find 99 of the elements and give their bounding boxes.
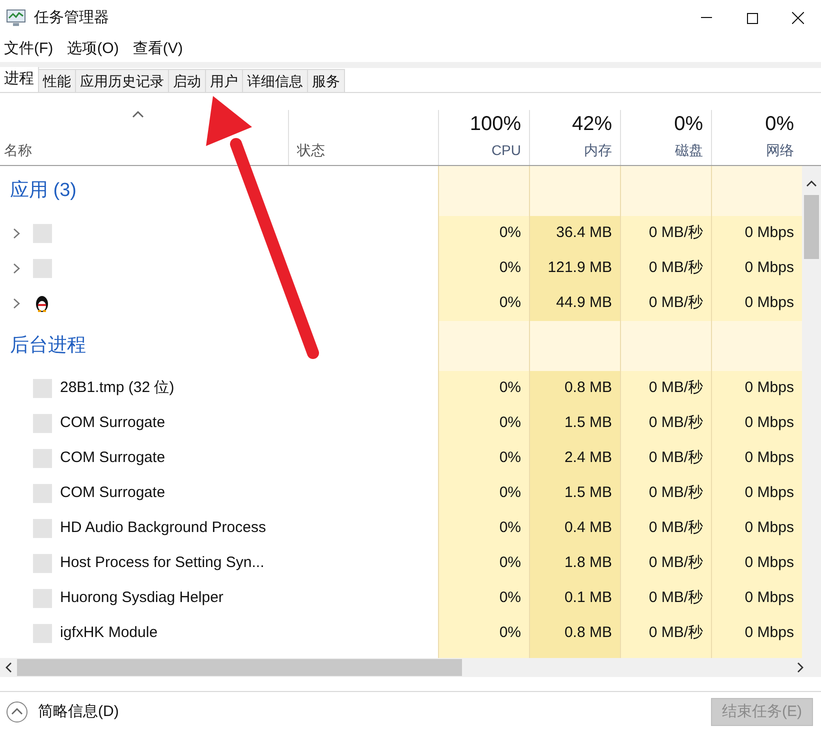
process-icon: [33, 259, 52, 278]
table-cell: 0 MB/秒: [620, 406, 711, 441]
table-cell: 0 MB/秒: [620, 546, 711, 581]
table-cell: 0%: [438, 286, 529, 321]
tab[interactable]: 应用历史记录: [76, 69, 169, 92]
table-cell: 0 MB/秒: [620, 581, 711, 616]
horizontal-scrollbar[interactable]: [0, 658, 821, 677]
table-cell: 0%: [438, 511, 529, 546]
table-cell: 2.4 MB: [529, 441, 620, 476]
expand-chevron-icon[interactable]: [13, 228, 20, 239]
group-heading: 后台进程: [10, 334, 86, 358]
group-heading: 应用 (3): [10, 178, 76, 203]
table-cell: 0 Mbps: [711, 546, 802, 581]
scrollbar-thumb[interactable]: [17, 659, 462, 676]
maximize-icon[interactable]: [746, 12, 758, 24]
table-cell: 1.5 MB: [529, 476, 620, 511]
table-cell: 0 Mbps: [711, 216, 802, 251]
table-cell: 0 Mbps: [711, 406, 802, 441]
process-icon: [33, 484, 52, 503]
table-cell: 0%: [438, 406, 529, 441]
table-cell: 0 Mbps: [711, 441, 802, 476]
table-cell: 0 Mbps: [711, 251, 802, 286]
table-cell: 44.9 MB: [529, 286, 620, 321]
table-cell: 0 MB/秒: [620, 616, 711, 651]
table-cell: 0 Mbps: [711, 616, 802, 651]
table-cell: 0.8 MB: [529, 616, 620, 651]
menu-item[interactable]: 文件(F): [4, 38, 54, 60]
column-header[interactable]: 状态: [288, 110, 438, 165]
menu-item[interactable]: 选项(O): [67, 38, 119, 60]
column-header[interactable]: 0% 磁盘: [620, 110, 711, 165]
table-cell: 0%: [438, 616, 529, 651]
fewer-details-link[interactable]: 简略信息(D): [38, 700, 119, 724]
table-cell: 0.1 MB: [529, 581, 620, 616]
table-cell: 0 Mbps: [711, 286, 802, 321]
process-icon: [33, 554, 52, 573]
process-icon: [33, 589, 52, 608]
column-header[interactable]: 名称: [0, 110, 288, 165]
process-name: HD Audio Background Process: [60, 518, 266, 538]
scroll-up-icon[interactable]: [806, 180, 817, 187]
table-cell: 121.9 MB: [529, 251, 620, 286]
process-name: Huorong Sysdiag Helper: [60, 588, 224, 608]
table-cell: 0%: [438, 371, 529, 406]
column-header[interactable]: 100% CPU: [438, 110, 529, 165]
sort-caret-icon: [132, 110, 144, 118]
table-cell: 1.8 MB: [529, 546, 620, 581]
expand-chevron-icon[interactable]: [13, 298, 20, 309]
table-cell: 0%: [438, 581, 529, 616]
process-icon: [33, 379, 52, 398]
process-name: COM Surrogate: [60, 483, 166, 504]
close-icon[interactable]: [792, 12, 804, 24]
vertical-scrollbar[interactable]: [802, 166, 821, 658]
scrollbar-thumb[interactable]: [804, 195, 819, 259]
column-header[interactable]: 0% 网络: [711, 110, 802, 165]
table-cell: 0%: [438, 476, 529, 511]
scroll-right-icon[interactable]: [797, 662, 804, 673]
table-cell: 0%: [438, 251, 529, 286]
monitor-icon: [6, 9, 26, 27]
scroll-left-icon[interactable]: [5, 662, 12, 673]
expand-chevron-icon[interactable]: [13, 263, 20, 274]
process-name: igfxHK Module: [60, 623, 158, 644]
table-cell: 0.8 MB: [529, 371, 620, 406]
table-cell: 0 MB/秒: [620, 216, 711, 251]
process-icon: [33, 624, 52, 643]
collapse-chevron-icon[interactable]: [6, 701, 28, 723]
table-cell: 0 Mbps: [711, 476, 802, 511]
table-cell: 0 MB/秒: [620, 286, 711, 321]
process-icon: [33, 519, 52, 538]
table-cell: 0%: [438, 546, 529, 581]
table-cell: 0.4 MB: [529, 511, 620, 546]
table-cell: 0 Mbps: [711, 371, 802, 406]
table-cell: 0 Mbps: [711, 511, 802, 546]
minimize-icon[interactable]: [700, 17, 712, 19]
table-cell: 36.4 MB: [529, 216, 620, 251]
tab[interactable]: 详细信息: [243, 69, 308, 92]
table-cell: 1.5 MB: [529, 406, 620, 441]
table-cell: 0 MB/秒: [620, 441, 711, 476]
process-name: Host Process for Setting Syn...: [60, 553, 264, 574]
window-title: 任务管理器: [34, 8, 109, 28]
tab[interactable]: 服务: [308, 69, 345, 92]
table-cell: 0 MB/秒: [620, 371, 711, 406]
table-cell: 0%: [438, 216, 529, 251]
table-cell: 0 MB/秒: [620, 511, 711, 546]
table-cell: 0 Mbps: [711, 581, 802, 616]
table-cell: 0 MB/秒: [620, 251, 711, 286]
table-cell: 0%: [438, 441, 529, 476]
process-icon: [33, 449, 52, 468]
process-name: 28B1.tmp (32 位): [60, 378, 174, 398]
process-name: COM Surrogate: [60, 448, 166, 468]
process-icon: [33, 414, 52, 433]
tab[interactable]: 启动: [169, 69, 206, 92]
tab[interactable]: 用户: [206, 69, 243, 92]
menu-item[interactable]: 查看(V): [132, 38, 183, 60]
column-header[interactable]: 42% 内存: [529, 110, 620, 165]
tab[interactable]: 进程: [0, 67, 39, 92]
tab[interactable]: 性能: [39, 69, 76, 92]
table-cell: 0 MB/秒: [620, 476, 711, 511]
process-name: COM Surrogate: [60, 413, 166, 434]
process-icon: [33, 224, 52, 243]
penguin-icon: [33, 294, 51, 312]
